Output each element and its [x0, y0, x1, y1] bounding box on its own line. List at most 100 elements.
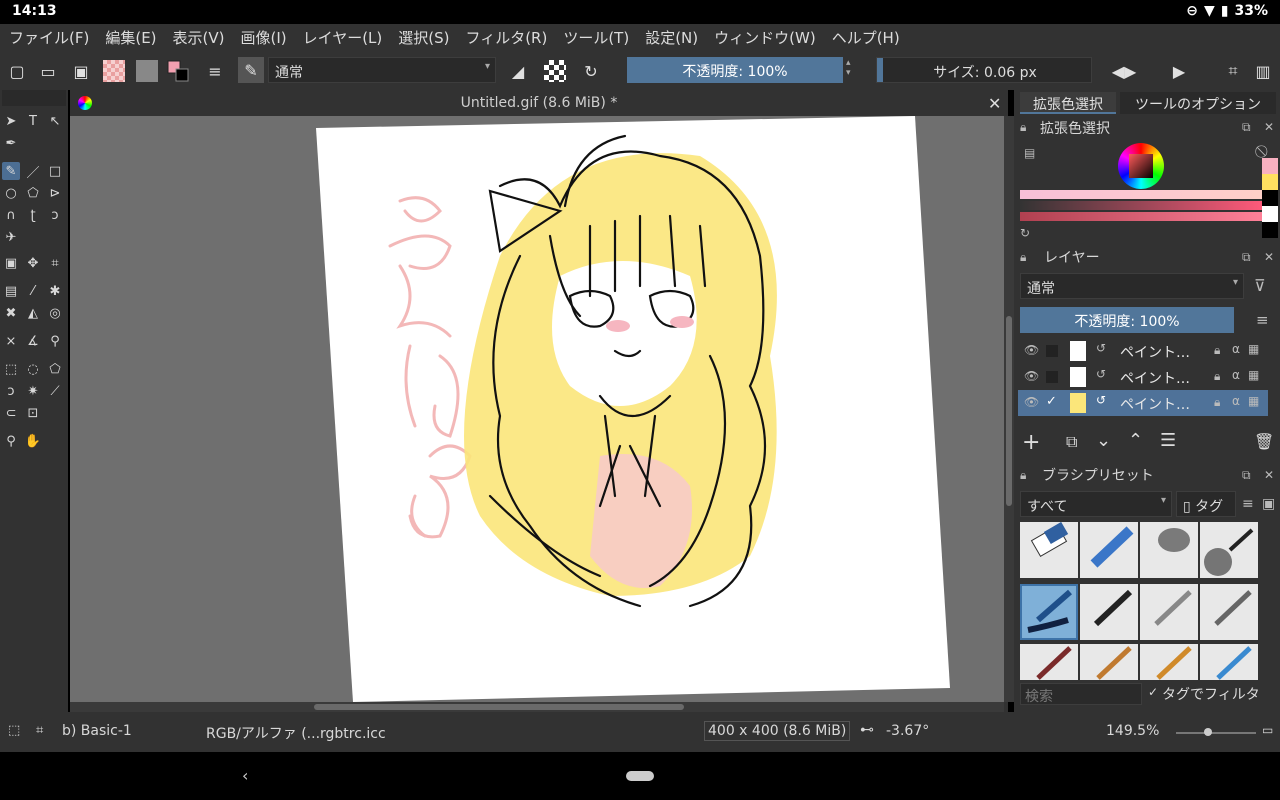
menu-help[interactable]: ヘルプ(H)	[823, 27, 907, 48]
calligraphy-icon[interactable]: ✒	[2, 134, 20, 152]
menu-window[interactable]: ウィンドウ(W)	[705, 27, 823, 48]
visibility-icon[interactable]: 👁︎	[1024, 395, 1039, 409]
menu-filter[interactable]: フィルタ(R)	[457, 27, 555, 48]
reset-icon[interactable]: ↻	[1020, 226, 1030, 240]
close-icon[interactable]: ✕	[1264, 250, 1274, 264]
saturation-slider[interactable]	[1020, 201, 1262, 210]
size-slider[interactable]: サイズ: 0.06 px	[876, 57, 1092, 83]
polygon-tool-icon[interactable]: ⬠	[24, 184, 42, 202]
move-tool-icon[interactable]: ✥	[24, 254, 42, 272]
filter-icon[interactable]: ⊽	[1254, 276, 1266, 295]
alpha-icon[interactable]: α	[1232, 368, 1240, 382]
mirror-vertical-icon[interactable]: ▶	[1168, 60, 1190, 82]
brush-preset-icon[interactable]: ✎	[238, 57, 264, 83]
rectangle-tool-icon[interactable]: □	[46, 162, 64, 180]
polyline-tool-icon[interactable]: ⊳	[46, 184, 64, 202]
alpha-lock-icon[interactable]	[544, 60, 566, 82]
assistant-tool-icon[interactable]: ✖	[2, 304, 20, 322]
selection-status-icon[interactable]: ⬚	[8, 723, 20, 738]
vertical-scroll-thumb[interactable]	[1006, 316, 1012, 506]
close-icon[interactable]: ✕	[1264, 468, 1274, 482]
layer-row-selected[interactable]: 👁︎ ✓ ↺ ペイント… 🔒︎ α ▦	[1018, 390, 1268, 416]
pan-tool-icon[interactable]: ✋	[24, 432, 42, 450]
enclose-fill-icon[interactable]: ◎	[46, 304, 64, 322]
brush-search-input[interactable]: 検索	[1020, 683, 1142, 705]
move-down-icon[interactable]: ⌄	[1096, 430, 1111, 451]
edit-shapes-icon[interactable]: ↖	[46, 112, 64, 130]
float-icon[interactable]: ⧉	[1242, 468, 1251, 483]
view-mode-icon[interactable]: ≡	[1242, 496, 1254, 512]
lock-icon[interactable]: 🔒︎	[1214, 343, 1220, 358]
layer-checkbox[interactable]	[1046, 345, 1058, 357]
menu-image[interactable]: 画像(I)	[232, 27, 294, 48]
assistant-icon[interactable]: ⨯	[2, 332, 20, 350]
brush-preset-paint[interactable]	[1020, 644, 1078, 680]
menu-settings[interactable]: 設定(N)	[636, 27, 705, 48]
menu-tools[interactable]: ツール(T)	[554, 27, 636, 48]
image-size[interactable]: 400 x 400 (8.6 MiB)	[704, 721, 851, 741]
lock-icon[interactable]: 🔒︎	[1020, 250, 1026, 265]
similar-select-icon[interactable]: ⟋	[46, 382, 64, 400]
tag-filter-checkbox[interactable]: ✓	[1148, 685, 1158, 699]
opacity-slider[interactable]: 不透明度: 100%	[627, 57, 843, 83]
fit-view-icon[interactable]: ▭	[1262, 723, 1273, 737]
duplicate-layer-icon[interactable]: ⧉	[1066, 432, 1077, 452]
menu-edit[interactable]: 編集(E)	[96, 27, 163, 48]
inherit-alpha-icon[interactable]: ▦	[1248, 394, 1259, 408]
rotation-value[interactable]: -3.67°	[886, 723, 929, 739]
brush-preset-paint-2[interactable]	[1080, 644, 1138, 680]
color-history-swatches[interactable]	[1262, 158, 1278, 238]
tab-advanced-color[interactable]: 拡張色選択	[1020, 92, 1116, 114]
line-tool-icon[interactable]: ／	[24, 162, 42, 181]
lock-icon[interactable]: 🔒︎	[1020, 468, 1026, 483]
inherit-alpha-icon[interactable]: ▦	[1248, 342, 1259, 356]
lock-icon[interactable]: 🔒︎	[1020, 120, 1026, 135]
layer-row[interactable]: 👁︎ ↺ ペイント… 🔒︎ α ▦	[1018, 364, 1268, 390]
menu-select[interactable]: 選択(S)	[389, 27, 456, 48]
lock-icon[interactable]: 🔒︎	[1214, 369, 1220, 384]
workspace-icon[interactable]: ▥	[1252, 60, 1274, 82]
tab-tool-options[interactable]: ツールのオプション	[1120, 92, 1276, 114]
brush-preset-marker[interactable]	[1080, 522, 1138, 578]
brush-preset-eraser[interactable]	[1020, 521, 1078, 578]
visibility-icon[interactable]: 👁︎	[1024, 343, 1039, 357]
open-folder-icon[interactable]: ▭	[37, 60, 59, 82]
fg-bg-color-icon[interactable]	[167, 60, 189, 82]
color-triangle[interactable]	[1129, 154, 1153, 178]
brush-preset-paint-3[interactable]	[1140, 644, 1198, 680]
contiguous-select-icon[interactable]: ✷	[24, 382, 42, 400]
transform-tool-icon[interactable]: ▣	[2, 254, 20, 272]
rotation-icon[interactable]: ⊷	[860, 722, 874, 738]
reload-preset-icon[interactable]: ↻	[580, 60, 602, 82]
crop-icon[interactable]: ⌗	[1222, 60, 1244, 82]
layer-blend-select[interactable]: 通常 ▾	[1020, 273, 1244, 299]
hue-slider[interactable]	[1020, 190, 1262, 199]
layer-row[interactable]: 👁︎ ↺ ペイント… 🔒︎ α ▦	[1018, 338, 1268, 364]
canvas-viewport[interactable]	[70, 116, 1004, 702]
freehand-path-icon[interactable]: ʈ	[24, 206, 42, 224]
brush-preset-airbrush[interactable]	[1200, 522, 1258, 578]
color-profile[interactable]: RGB/アルファ (...rgbtrc.icc	[206, 723, 386, 743]
blend-mode-select[interactable]: 通常 ▾	[268, 57, 496, 83]
lock-icon[interactable]: 🔒︎	[1214, 395, 1220, 410]
close-icon[interactable]: ✕	[1264, 120, 1274, 134]
zoom-tool-icon[interactable]: ⚲	[2, 432, 20, 450]
brush-preset-ink[interactable]	[1080, 584, 1138, 640]
back-icon[interactable]: ‹	[242, 766, 248, 785]
measure-tool-icon[interactable]: ∡	[24, 332, 42, 350]
tag-button[interactable]: ▯ タグ	[1176, 491, 1236, 517]
brush-preset-pencil-2[interactable]	[1200, 584, 1258, 640]
zoom-slider[interactable]	[1176, 728, 1256, 736]
vertical-scrollbar[interactable]	[1004, 116, 1014, 702]
freehand-select-icon[interactable]: ↄ	[2, 382, 20, 400]
alpha-icon[interactable]: α	[1232, 394, 1240, 408]
move-up-icon[interactable]: ⌃	[1128, 430, 1143, 451]
menu-file[interactable]: ファイル(F)	[0, 27, 96, 48]
visibility-icon[interactable]: 👁︎	[1024, 369, 1039, 383]
brush-status-icon[interactable]: ⌗	[36, 723, 43, 738]
layer-checkbox[interactable]	[1046, 371, 1058, 383]
gradient-tool-icon[interactable]: ▤	[2, 282, 20, 300]
preset-list-icon[interactable]: ≡	[204, 60, 226, 82]
color-wheel[interactable]	[1118, 143, 1164, 189]
canvas-drawing[interactable]	[70, 116, 1004, 702]
